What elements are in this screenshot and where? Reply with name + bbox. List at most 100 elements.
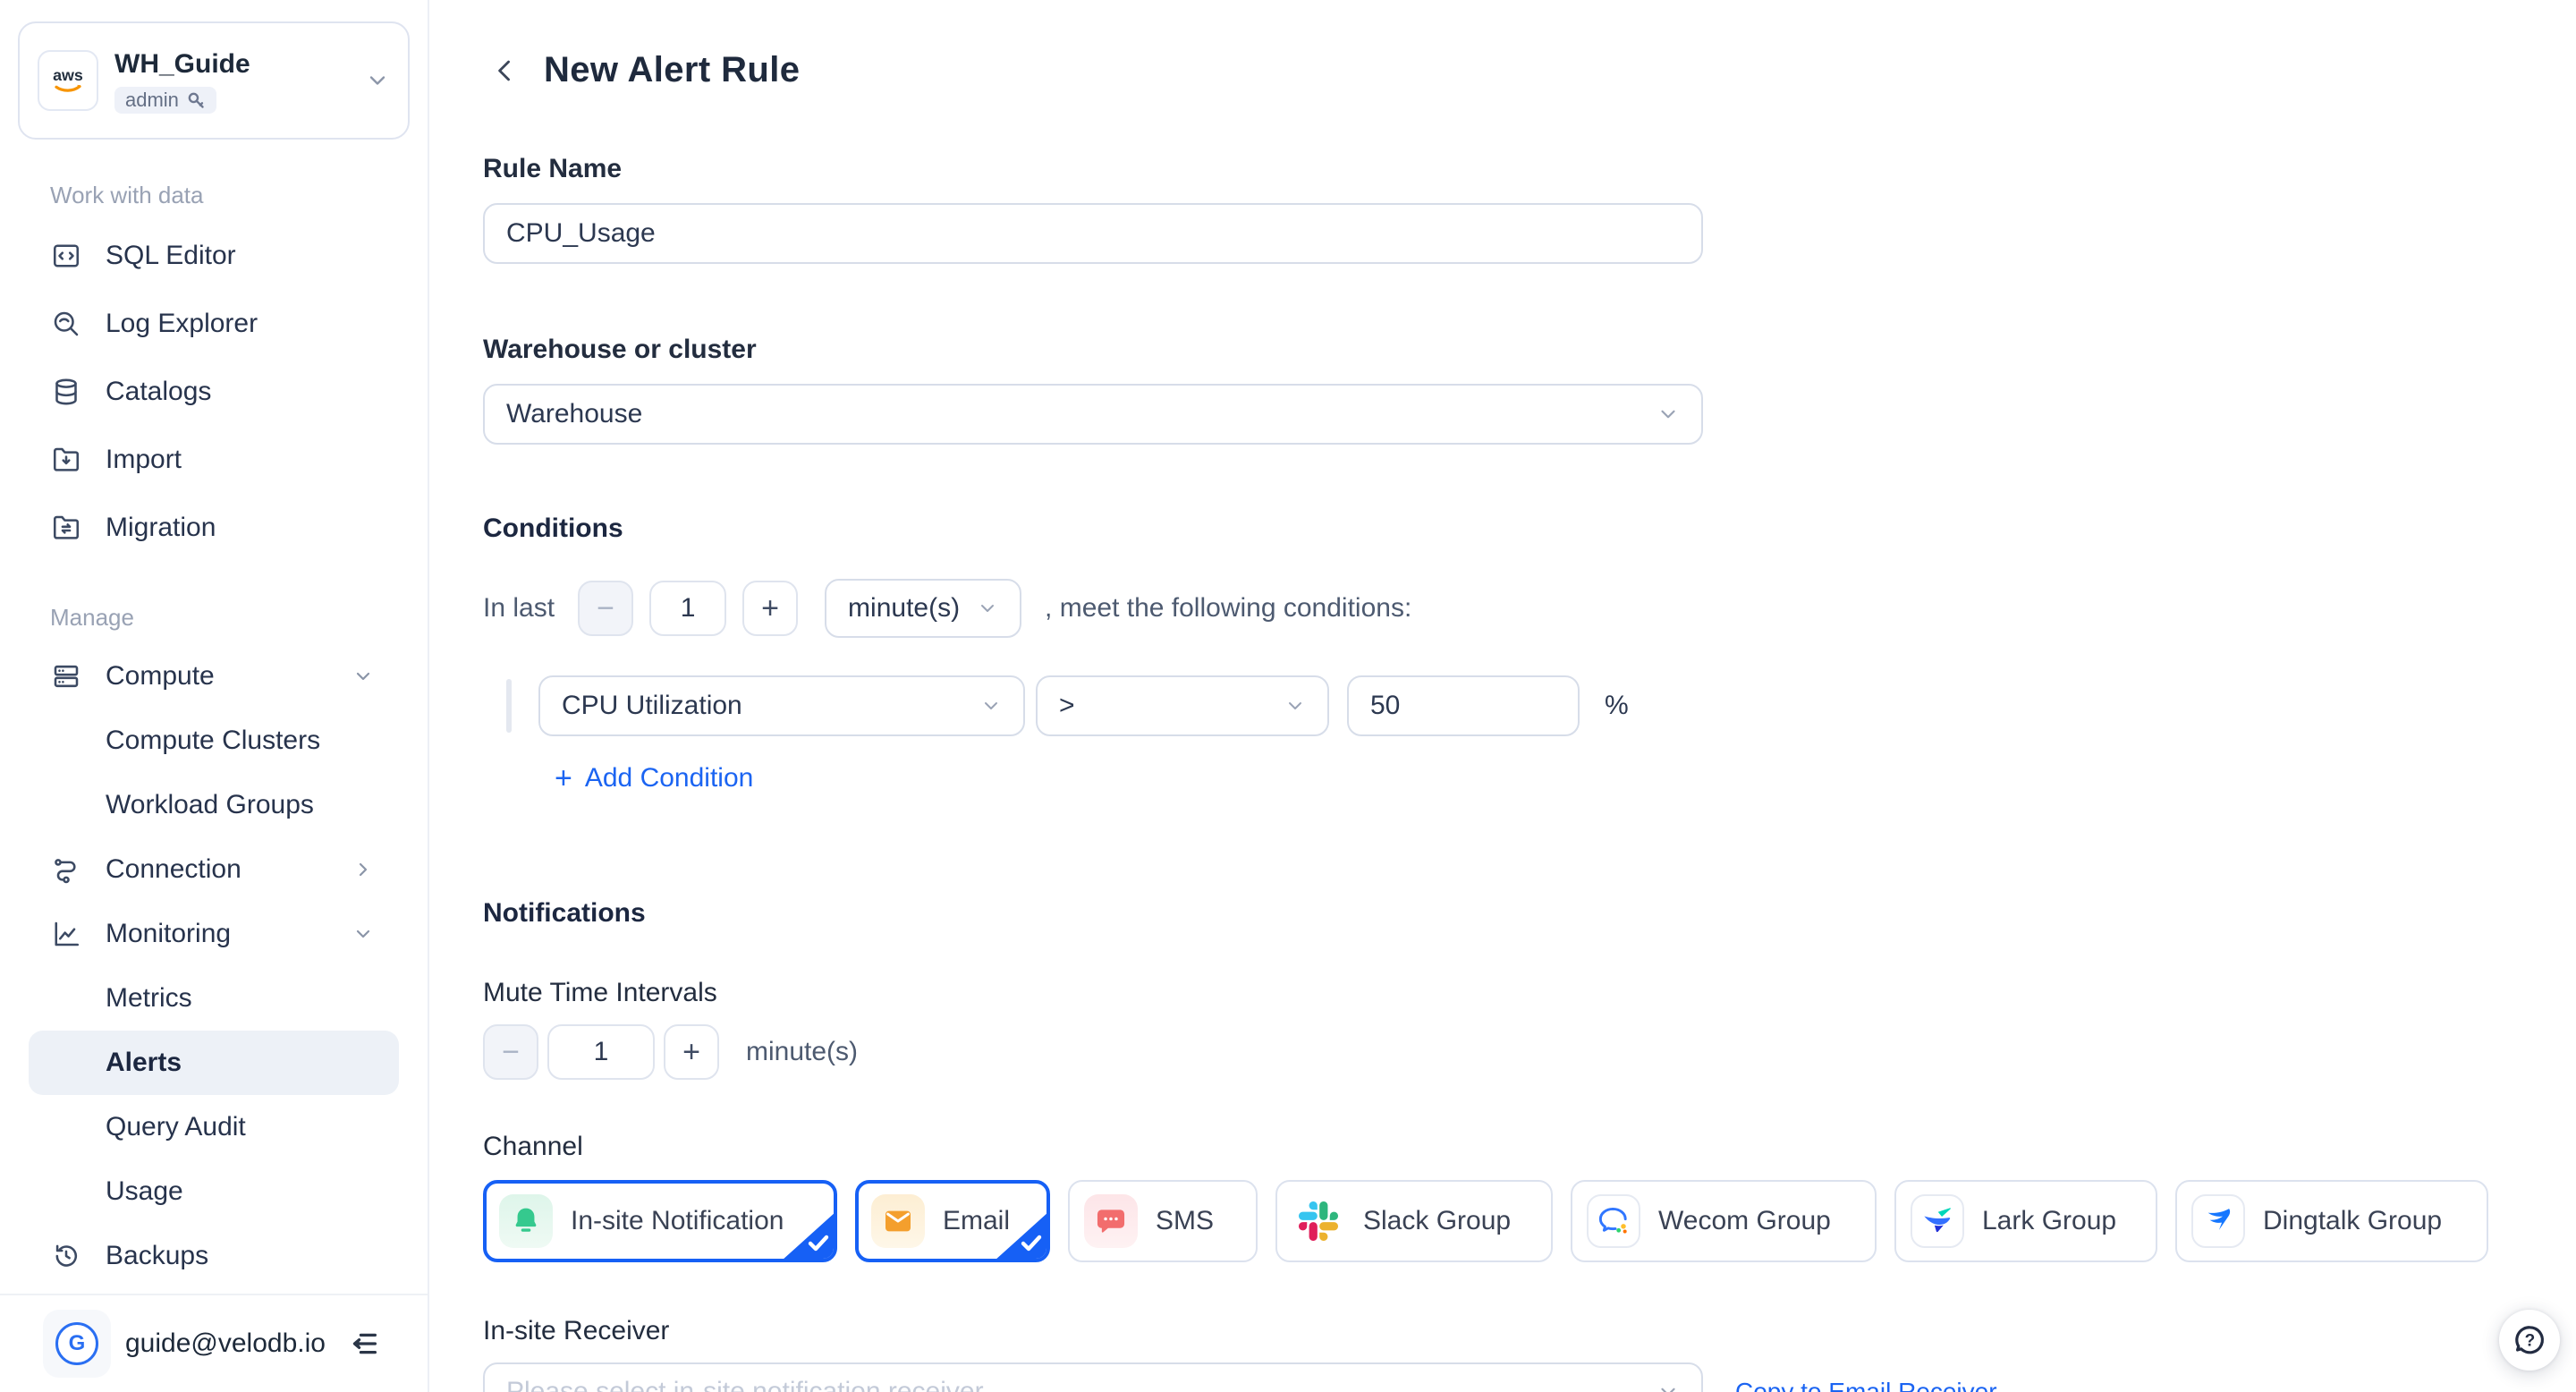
channel-label-text: Wecom Group: [1658, 1206, 1831, 1236]
channel-wecom-group[interactable]: Wecom Group: [1571, 1180, 1877, 1262]
sidebar-item-metrics[interactable]: Metrics: [29, 966, 399, 1031]
channel-label-text: Slack Group: [1363, 1206, 1511, 1236]
chevron-down-icon: [977, 598, 998, 619]
sidebar-item-label: Workload Groups: [106, 790, 314, 820]
condition-operator-value: >: [1059, 691, 1274, 721]
sidebar-item-usage[interactable]: Usage: [29, 1159, 399, 1224]
mute-value-input[interactable]: [547, 1024, 655, 1080]
dingtalk-icon: [2191, 1194, 2245, 1248]
sidebar-item-workload-groups[interactable]: Workload Groups: [29, 773, 399, 837]
add-condition-button[interactable]: + Add Condition: [555, 763, 753, 794]
slack-icon: [1292, 1194, 1345, 1248]
app-window: aws WH_Guide admin Work with data SQL Ed: [0, 0, 2576, 1392]
mute-unit-label: minute(s): [746, 1037, 858, 1067]
sidebar-item-log-explorer[interactable]: Log Explorer: [29, 290, 399, 358]
channel-label-text: Lark Group: [1982, 1206, 2116, 1236]
notifications-heading: Notifications: [483, 895, 2576, 931]
sidebar-item-compute-clusters[interactable]: Compute Clusters: [29, 709, 399, 773]
workspace-meta: WH_Guide admin: [114, 48, 358, 114]
channel-label: Channel: [483, 1132, 2576, 1162]
sidebar-item-label: Log Explorer: [106, 309, 258, 339]
warehouse-label: Warehouse or cluster: [483, 332, 2576, 368]
conditions-heading: Conditions: [483, 511, 2576, 547]
sidebar-item-catalogs[interactable]: Catalogs: [29, 358, 399, 426]
import-icon: [50, 444, 82, 476]
sidebar-item-label: Metrics: [106, 983, 192, 1014]
sidebar-item-alerts[interactable]: Alerts: [29, 1031, 399, 1095]
rule-name-label: Rule Name: [483, 151, 2576, 187]
condition-value-input[interactable]: [1347, 675, 1580, 736]
selected-check-icon: [782, 1212, 835, 1260]
insite-receiver-select[interactable]: Please select in-site notification recei…: [483, 1362, 1703, 1392]
chevron-down-icon: [1657, 403, 1680, 426]
chevron-down-icon: [352, 666, 374, 687]
sidebar-item-label: Compute Clusters: [106, 726, 320, 756]
wecom-icon: [1587, 1194, 1640, 1248]
svg-text:?: ?: [2525, 1331, 2536, 1350]
help-button[interactable]: ?: [2499, 1310, 2560, 1371]
sidebar-item-compute[interactable]: Compute: [29, 644, 399, 709]
sidebar-item-label: Catalogs: [106, 377, 211, 407]
plus-icon: +: [555, 763, 572, 794]
sidebar-item-sql-editor[interactable]: SQL Editor: [29, 222, 399, 290]
channel-insite-notification[interactable]: In-site Notification: [483, 1180, 837, 1262]
channel-lark-group[interactable]: Lark Group: [1894, 1180, 2157, 1262]
connection-icon: [50, 853, 82, 886]
sidebar-item-query-audit[interactable]: Query Audit: [29, 1095, 399, 1159]
window-value-input[interactable]: [649, 581, 726, 636]
window-decrement-button[interactable]: −: [578, 581, 633, 636]
sidebar-item-connection[interactable]: Connection: [29, 837, 399, 902]
log-explorer-icon: [50, 308, 82, 340]
channel-dingtalk-group[interactable]: Dingtalk Group: [2175, 1180, 2488, 1262]
condition-operator-select[interactable]: >: [1036, 675, 1329, 736]
lark-icon: [1911, 1194, 1964, 1248]
channel-options: In-site Notification Email SMS: [483, 1180, 2576, 1262]
sidebar-item-monitoring[interactable]: Monitoring: [29, 902, 399, 966]
sidebar-item-label: Query Audit: [106, 1112, 246, 1142]
channel-email[interactable]: Email: [855, 1180, 1050, 1262]
channel-slack-group[interactable]: Slack Group: [1275, 1180, 1553, 1262]
copy-to-email-receiver-link[interactable]: Copy to Email Receiver: [1735, 1378, 1997, 1392]
sidebar-item-label: Import: [106, 445, 182, 475]
catalogs-icon: [50, 376, 82, 408]
sidebar-item-label: Alerts: [106, 1048, 182, 1078]
account-email: guide@velodb.io: [125, 1328, 345, 1359]
chevron-down-icon: [980, 695, 1002, 717]
warehouse-select[interactable]: Warehouse: [483, 384, 1703, 445]
mute-increment-button[interactable]: +: [664, 1024, 719, 1080]
window-unit-select[interactable]: minute(s): [825, 579, 1021, 638]
svg-text:aws: aws: [53, 66, 83, 84]
back-button[interactable]: [490, 55, 521, 86]
sidebar-item-label: SQL Editor: [106, 241, 236, 271]
in-last-label: In last: [483, 593, 555, 624]
warehouse-select-value: Warehouse: [506, 399, 1646, 429]
chevron-down-icon: [365, 68, 390, 93]
page-title: New Alert Rule: [544, 50, 800, 90]
backups-icon: [50, 1240, 82, 1272]
chevron-down-icon: [352, 923, 374, 945]
chevron-down-icon: [1284, 695, 1306, 717]
migration-icon: [50, 512, 82, 544]
sidebar-item-migration[interactable]: Migration: [29, 494, 399, 562]
workspace-switcher[interactable]: aws WH_Guide admin: [18, 21, 410, 140]
sidebar-item-import[interactable]: Import: [29, 426, 399, 494]
workspace-name: WH_Guide: [114, 48, 358, 81]
email-icon: [871, 1194, 925, 1248]
compute-icon: [50, 660, 82, 692]
rule-name-input[interactable]: [483, 203, 1703, 264]
window-unit-value: minute(s): [848, 593, 966, 624]
condition-metric-select[interactable]: CPU Utilization: [538, 675, 1025, 736]
window-increment-button[interactable]: +: [742, 581, 798, 636]
section-label-manage: Manage: [0, 603, 428, 632]
condition-row: CPU Utilization > %: [483, 675, 2576, 736]
sidebar-item-label: Usage: [106, 1176, 183, 1207]
mute-decrement-button[interactable]: −: [483, 1024, 538, 1080]
account-menu[interactable]: G: [43, 1310, 111, 1378]
sidebar-item-label: Monitoring: [106, 919, 231, 949]
sidebar-item-backups[interactable]: Backups: [29, 1224, 399, 1288]
collapse-sidebar-icon[interactable]: [345, 1326, 381, 1362]
chevron-right-icon: [352, 859, 374, 880]
sidebar: aws WH_Guide admin Work with data SQL Ed: [0, 0, 429, 1392]
chevron-down-icon: [1657, 1380, 1680, 1392]
channel-sms[interactable]: SMS: [1068, 1180, 1258, 1262]
